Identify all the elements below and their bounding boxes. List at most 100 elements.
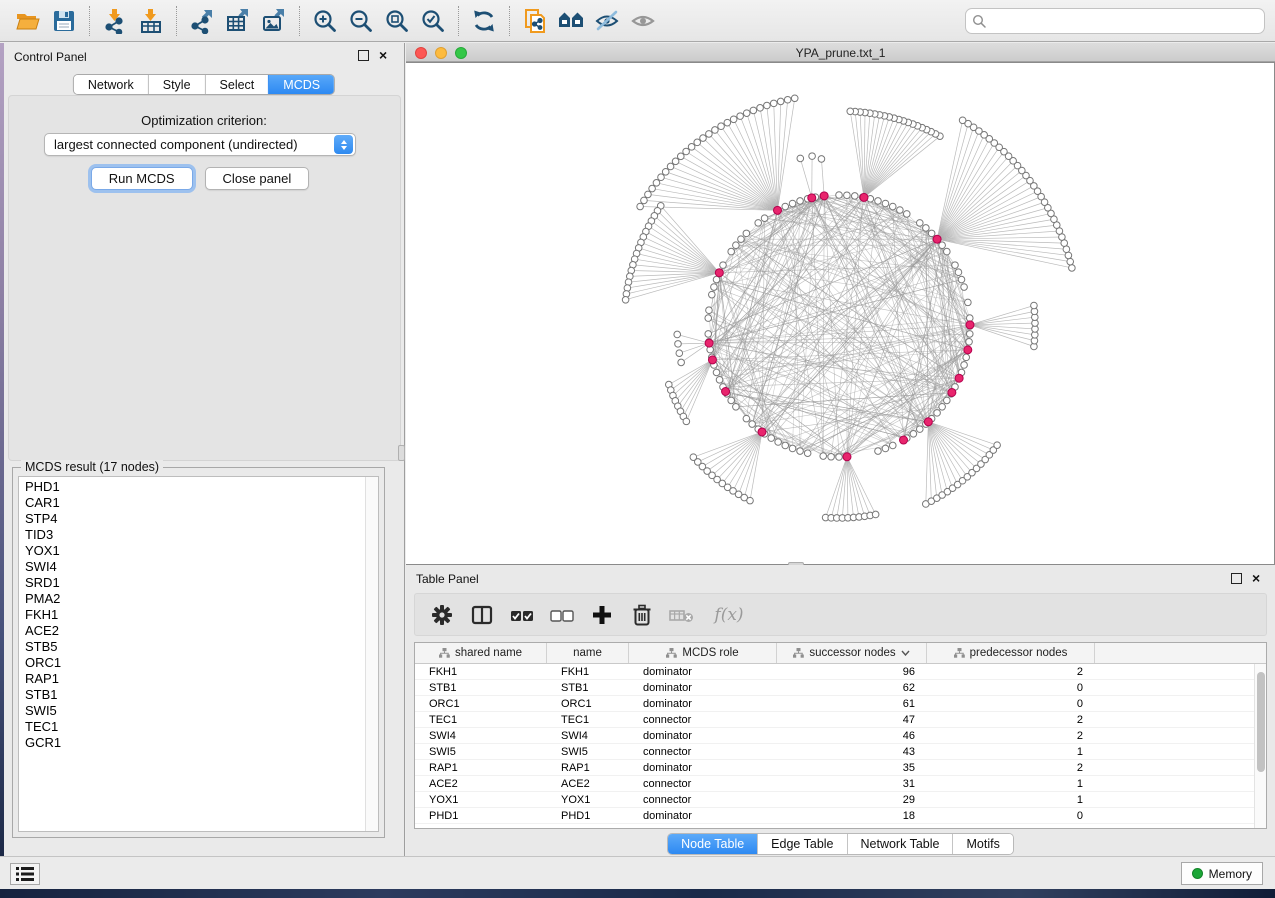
leaf-node[interactable] [674, 331, 681, 338]
table-cell[interactable]: 2 [927, 760, 1095, 775]
ring-node[interactable] [804, 450, 811, 457]
leaf-node[interactable] [1031, 302, 1038, 309]
ring-node[interactable] [755, 220, 762, 227]
mcds-hub-node[interactable] [843, 453, 851, 461]
task-history-button[interactable] [10, 863, 40, 885]
table-cell[interactable]: 46 [777, 728, 927, 743]
leaf-node[interactable] [658, 174, 665, 181]
leaf-node[interactable] [757, 105, 764, 112]
table-cell[interactable]: dominator [629, 760, 777, 775]
ring-node[interactable] [728, 397, 735, 404]
mcds-result-item[interactable]: TEC1 [19, 719, 364, 735]
ring-node[interactable] [910, 431, 917, 438]
leaf-node[interactable] [994, 442, 1001, 449]
network-window-titlebar[interactable]: YPA_prune.txt_1 [406, 43, 1275, 62]
table-cell[interactable]: SWI4 [547, 728, 629, 743]
table-row[interactable]: RAP1RAP1dominator352 [415, 760, 1266, 776]
list-scrollbar[interactable] [365, 477, 378, 831]
float-panel-icon[interactable] [358, 50, 369, 61]
mcds-hub-node[interactable] [808, 194, 816, 202]
table-tab-network-table[interactable]: Network Table [847, 834, 953, 854]
table-cell[interactable]: TEC1 [415, 712, 547, 727]
mcds-result-item[interactable]: ACE2 [19, 623, 364, 639]
close-panel-icon[interactable]: × [379, 50, 390, 61]
mcds-result-item[interactable]: SWI4 [19, 559, 364, 575]
ring-node[interactable] [782, 442, 789, 449]
export-image-button[interactable] [256, 4, 292, 38]
ring-node[interactable] [961, 362, 968, 369]
mcds-result-item[interactable]: SWI5 [19, 703, 364, 719]
column-header-MCDS-role[interactable]: MCDS role [629, 643, 777, 663]
mcds-result-item[interactable]: PMA2 [19, 591, 364, 607]
leaf-node[interactable] [770, 100, 777, 107]
ring-node[interactable] [797, 198, 804, 205]
ring-node[interactable] [966, 331, 973, 338]
mcds-hub-node[interactable] [955, 374, 963, 382]
add-row-button[interactable] [589, 602, 615, 628]
table-cell[interactable]: RAP1 [415, 760, 547, 775]
mcds-result-item[interactable]: STP4 [19, 511, 364, 527]
deselect-all-button[interactable] [549, 602, 575, 628]
ring-node[interactable] [844, 192, 851, 199]
mcds-result-item[interactable]: ORC1 [19, 655, 364, 671]
table-scrollbar[interactable] [1254, 664, 1266, 828]
table-cell[interactable]: FKH1 [415, 664, 547, 679]
table-cell[interactable]: 43 [777, 744, 927, 759]
ring-node[interactable] [749, 421, 756, 428]
search-network-button[interactable] [553, 4, 589, 38]
ring-node[interactable] [789, 200, 796, 207]
import-table-button[interactable] [133, 4, 169, 38]
table-cell[interactable]: STB1 [415, 680, 547, 695]
mcds-hub-node[interactable] [948, 388, 956, 396]
tab-network[interactable]: Network [74, 75, 148, 94]
ring-node[interactable] [738, 236, 745, 243]
tab-mcds[interactable]: MCDS [268, 75, 334, 94]
leaf-node[interactable] [777, 98, 784, 105]
table-cell[interactable]: 29 [777, 792, 927, 807]
ring-node[interactable] [963, 354, 970, 361]
table-cell[interactable]: 2 [927, 664, 1095, 679]
table-cell[interactable]: dominator [629, 696, 777, 711]
leaf-node[interactable] [672, 158, 679, 165]
table-cell[interactable]: 2 [927, 712, 1095, 727]
column-header-shared-name[interactable]: shared name [415, 643, 547, 663]
table-cell[interactable]: dominator [629, 808, 777, 823]
column-header-predecessor-nodes[interactable]: predecessor nodes [927, 643, 1095, 663]
table-cell[interactable]: connector [629, 712, 777, 727]
duplicate-network-button[interactable] [517, 4, 553, 38]
zoom-fit-button[interactable] [379, 4, 415, 38]
table-cell[interactable]: dominator [629, 664, 777, 679]
mcds-hub-node[interactable] [924, 418, 932, 426]
table-cell[interactable]: 35 [777, 760, 927, 775]
leaf-node[interactable] [847, 108, 854, 115]
table-cell[interactable]: ORC1 [547, 696, 629, 711]
table-cell[interactable]: connector [629, 776, 777, 791]
table-settings-button[interactable] [429, 602, 455, 628]
table-row[interactable]: SWI5SWI5connector431 [415, 744, 1266, 760]
refresh-view-button[interactable] [466, 4, 502, 38]
leaf-node[interactable] [688, 144, 695, 151]
column-header-successor-nodes[interactable]: successor nodes [777, 643, 927, 663]
ring-node[interactable] [761, 215, 768, 222]
table-cell[interactable]: YOX1 [415, 792, 547, 807]
ring-node[interactable] [875, 448, 882, 455]
ring-node[interactable] [961, 284, 968, 291]
leaf-node[interactable] [724, 119, 731, 126]
leaf-node[interactable] [743, 110, 750, 117]
vertical-splitter-handle[interactable] [398, 445, 405, 461]
table-row[interactable]: FKH1FKH1dominator962 [415, 664, 1266, 680]
table-cell[interactable]: 1 [927, 744, 1095, 759]
ring-node[interactable] [705, 315, 712, 322]
leaf-node[interactable] [718, 123, 725, 130]
ring-node[interactable] [952, 262, 959, 269]
memory-button[interactable]: Memory [1181, 862, 1263, 885]
table-cell[interactable]: 0 [927, 696, 1095, 711]
function-builder-button[interactable]: f(x) [709, 602, 749, 628]
leaf-node[interactable] [706, 131, 713, 138]
table-cell[interactable]: 1 [927, 776, 1095, 791]
table-cell[interactable]: 31 [777, 776, 927, 791]
table-cell[interactable]: SWI5 [547, 744, 629, 759]
table-tab-node-table[interactable]: Node Table [668, 834, 757, 854]
leaf-node[interactable] [675, 341, 682, 348]
column-header-name[interactable]: name [547, 643, 629, 663]
